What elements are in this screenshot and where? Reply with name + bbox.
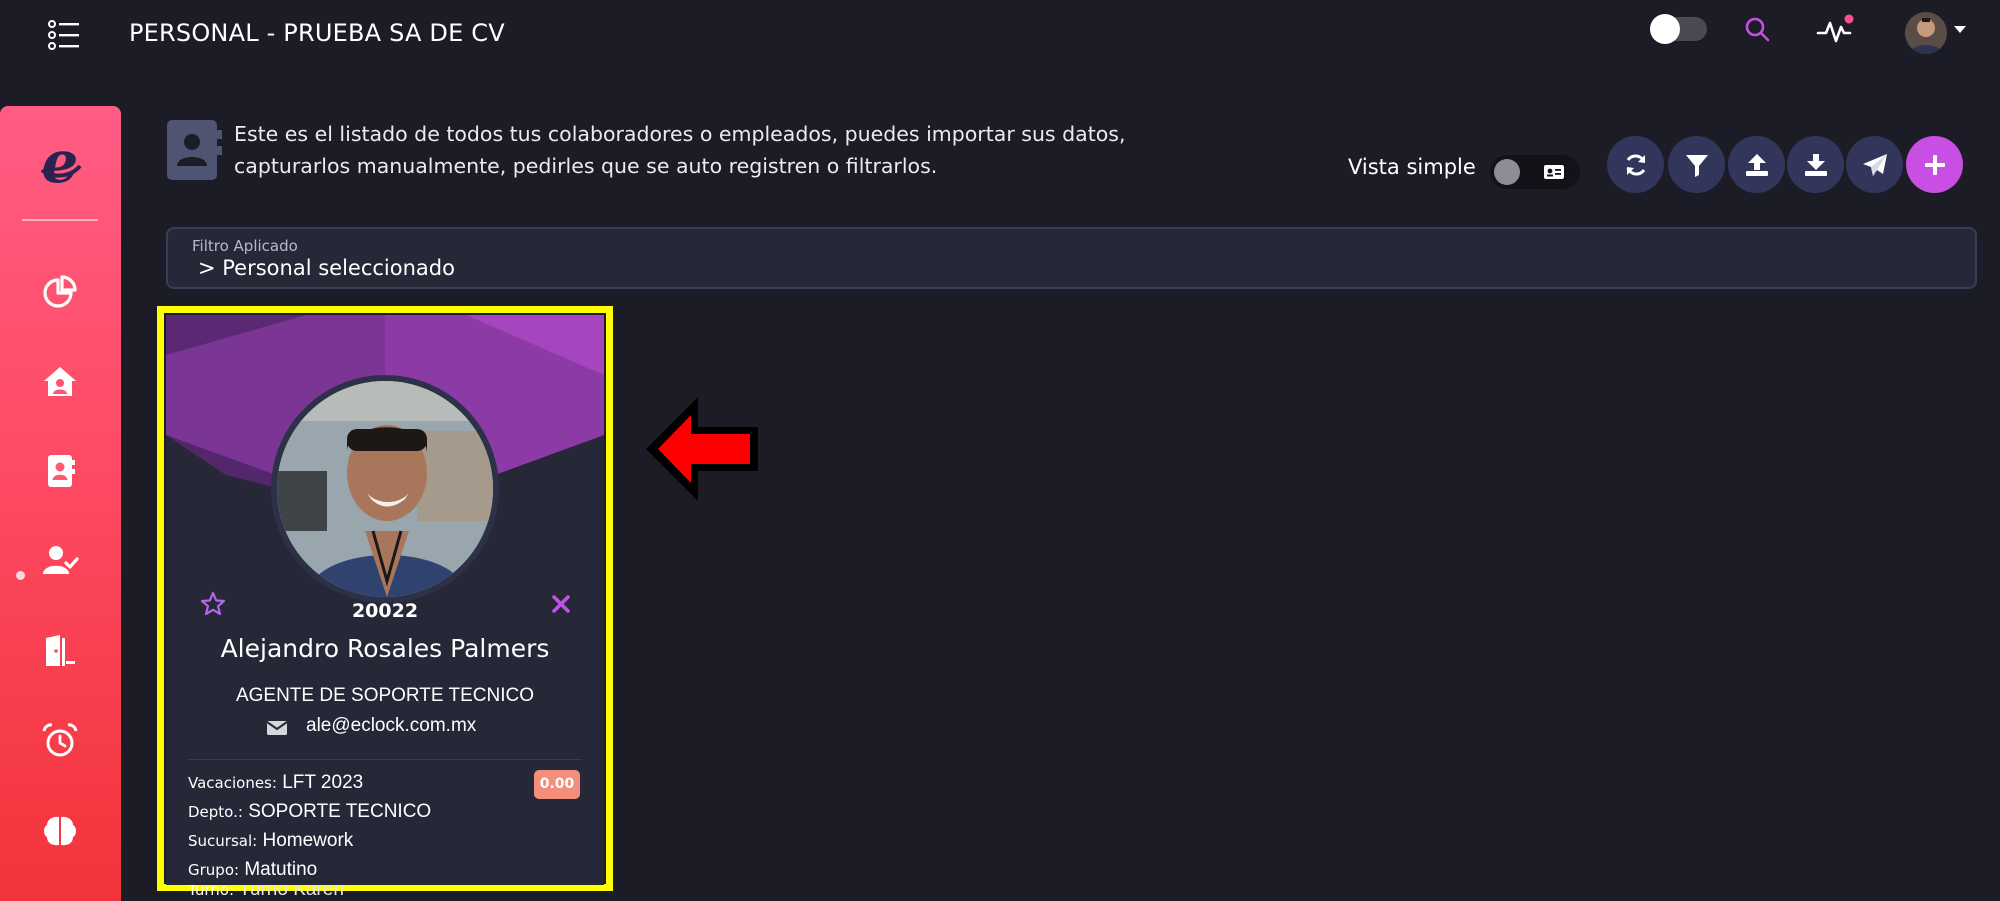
pie-chart-icon[interactable]	[40, 272, 80, 312]
sidebar: e	[0, 106, 121, 901]
filter-caption: Filtro Aplicado	[192, 237, 298, 255]
eclock-logo[interactable]: e	[28, 126, 92, 196]
vacation-value: LFT 2023	[282, 772, 364, 793]
id-card-icon	[1544, 165, 1564, 179]
intro-description: Este es el listado de todos tus colabora…	[234, 118, 1174, 182]
shift-label: Turno:	[188, 885, 235, 899]
view-toggle[interactable]	[1490, 155, 1580, 189]
user-check-icon[interactable]	[40, 541, 80, 581]
activity-icon[interactable]	[1816, 13, 1854, 47]
vacation-row: Vacaciones: LFT 2023	[188, 772, 363, 794]
add-employee-button[interactable]	[1906, 136, 1963, 193]
department-label: Depto.:	[188, 803, 243, 821]
send-button[interactable]	[1846, 136, 1903, 193]
user-avatar[interactable]	[1905, 12, 1947, 54]
vacation-balance-badge: 0.00	[534, 770, 580, 799]
applied-filter[interactable]: Filtro Aplicado > Personal seleccionado	[166, 227, 1977, 289]
pointer-arrow	[642, 393, 762, 505]
shift-row: Turno: Turno Karen	[188, 885, 344, 901]
employee-number: 20022	[351, 600, 419, 622]
group-label: Grupo:	[188, 861, 240, 879]
view-toggle-label: Vista simple	[1348, 155, 1476, 179]
plus-icon	[1924, 154, 1945, 175]
shift-value: Turno Karen	[238, 885, 344, 900]
toggle-knob	[1650, 14, 1680, 44]
branch-value: Homework	[262, 830, 354, 851]
filter-icon	[1685, 154, 1708, 177]
employee-email[interactable]: ale@eclock.com.mx	[306, 715, 476, 737]
brain-icon[interactable]	[40, 811, 80, 851]
svg-text:e: e	[42, 128, 79, 196]
refresh-icon	[1626, 154, 1645, 175]
theme-toggle[interactable]	[1650, 14, 1707, 44]
employee-name[interactable]: Alejandro Rosales Palmers	[166, 634, 604, 663]
filter-value: > Personal seleccionado	[198, 256, 455, 280]
filter-button[interactable]	[1668, 136, 1725, 193]
branch-row: Sucursal: Homework	[188, 830, 353, 852]
intro-line-1: Este es el listado de todos tus colabora…	[234, 122, 1126, 146]
menu-icon[interactable]	[48, 19, 80, 51]
contacts-book-icon[interactable]	[40, 451, 80, 491]
sidebar-divider	[22, 219, 98, 221]
vacation-label: Vacaciones:	[188, 774, 277, 792]
employee-card[interactable]: 20022 Alejandro Rosales Palmers AGENTE D…	[166, 315, 604, 885]
chevron-down-icon[interactable]	[1954, 26, 1966, 33]
employee-photo	[271, 375, 499, 603]
contacts-book-icon	[165, 118, 223, 182]
alarm-clock-icon[interactable]	[40, 721, 80, 761]
send-icon	[1862, 153, 1887, 176]
page-title: PERSONAL - PRUEBA SA DE CV	[129, 19, 505, 47]
envelope-icon	[266, 719, 288, 737]
group-row: Grupo: Matutino	[188, 859, 317, 881]
intro-line-2: capturarlos manualmente, pedirles que se…	[234, 154, 938, 178]
download-icon	[1804, 153, 1827, 176]
department-value: SOPORTE TECNICO	[248, 801, 432, 822]
department-row: Depto.: SOPORTE TECNICO	[188, 801, 431, 823]
door-exit-icon[interactable]	[40, 631, 80, 671]
card-overflow: Turno: Turno Karen	[166, 885, 604, 901]
search-icon[interactable]	[1743, 15, 1773, 45]
upload-button[interactable]	[1728, 136, 1785, 193]
refresh-button[interactable]	[1607, 136, 1664, 193]
toggle-knob	[1494, 159, 1520, 185]
home-icon[interactable]	[40, 361, 80, 401]
card-divider	[188, 759, 582, 760]
top-bar: PERSONAL - PRUEBA SA DE CV	[0, 0, 2000, 68]
upload-icon	[1745, 153, 1768, 176]
branch-label: Sucursal:	[188, 832, 258, 850]
active-indicator	[16, 571, 25, 580]
download-button[interactable]	[1787, 136, 1844, 193]
employee-role: AGENTE DE SOPORTE TECNICO	[235, 685, 535, 706]
group-value: Matutino	[244, 859, 318, 880]
